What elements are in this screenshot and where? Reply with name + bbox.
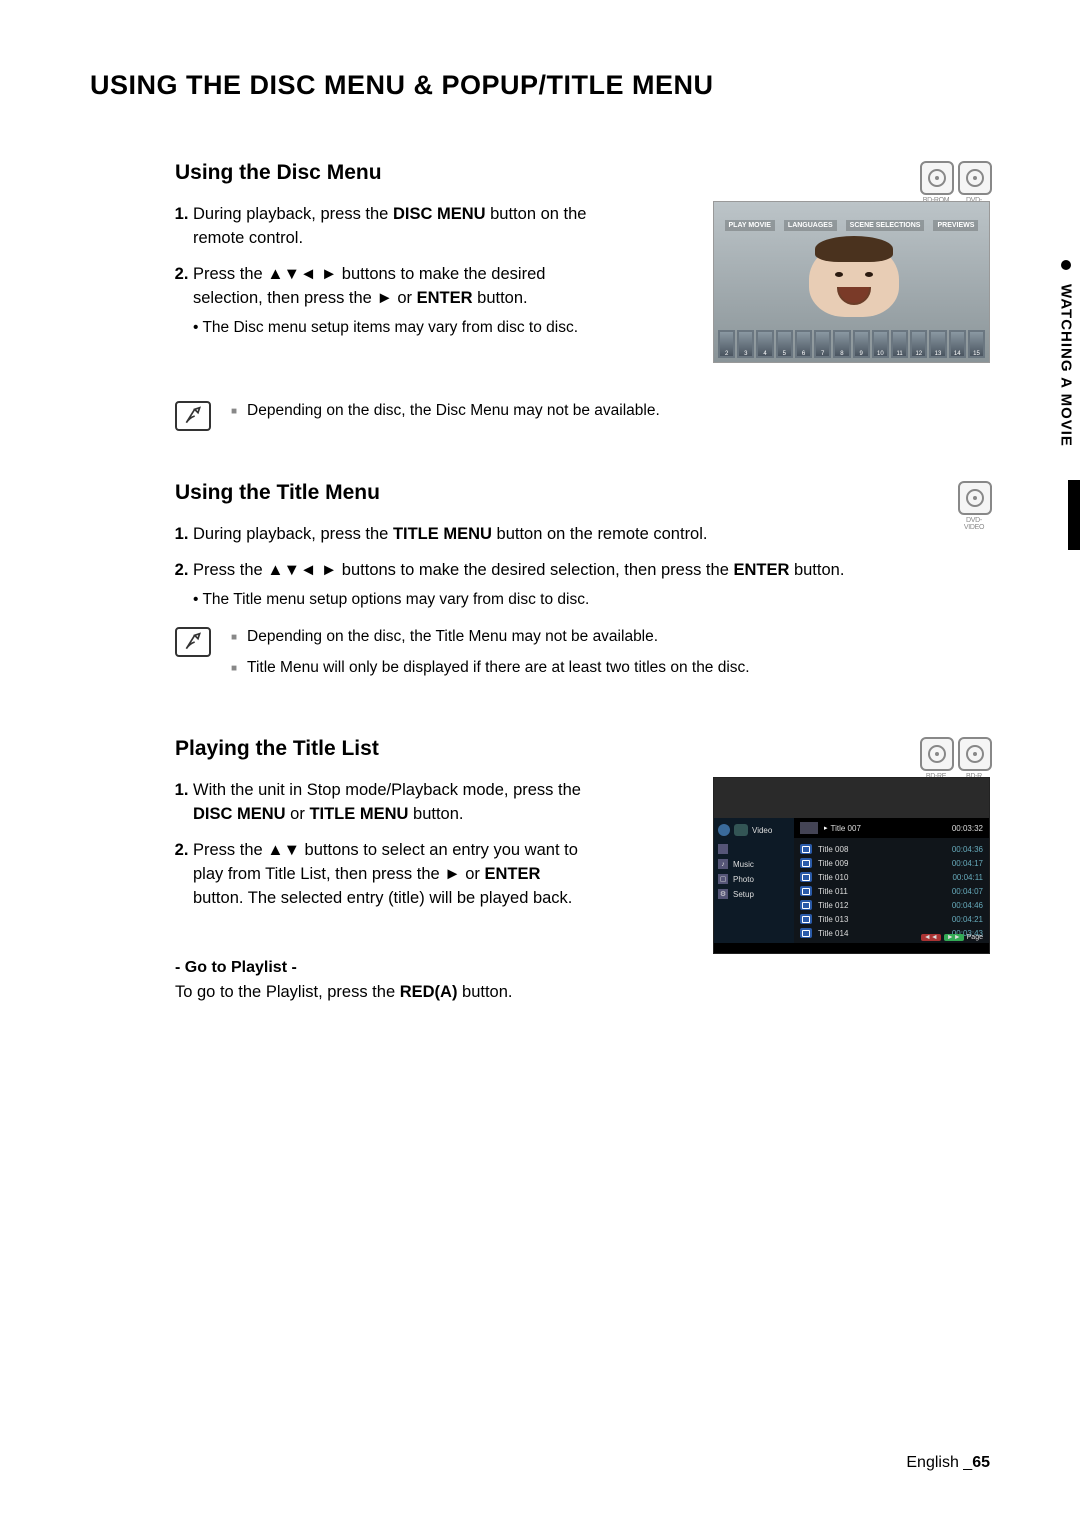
sub-note: The Disc menu setup items may vary from … xyxy=(193,317,593,339)
child-face-illustration xyxy=(774,242,934,322)
menu-item: PLAY MOVIE xyxy=(725,220,775,231)
section-disc-menu: BD-ROM DVD-VIDEO Using the Disc Menu Dur… xyxy=(175,161,990,431)
table-row: Title 01100:04:07 xyxy=(800,884,983,898)
sub-note: The Title menu setup options may vary fr… xyxy=(193,589,873,611)
section-title: Playing the Title List xyxy=(175,737,990,761)
play-triangle-icon: ▸ xyxy=(824,824,828,832)
clip-icon xyxy=(800,914,812,924)
page-title: USING THE DISC MENU & POPUP/TITLE MENU xyxy=(90,70,990,101)
film-icon xyxy=(734,824,748,836)
clip-icon xyxy=(800,844,812,854)
section-title-menu: DVD-VIDEO Using the Title Menu During pl… xyxy=(175,481,990,687)
steps-list: With the unit in Stop mode/Playback mode… xyxy=(175,779,593,911)
clip-icon xyxy=(800,900,812,910)
step-item: During playback, press the DISC MENU but… xyxy=(193,203,593,251)
list-item xyxy=(718,844,790,854)
step-item: Press the ▲▼ buttons to select an entry … xyxy=(193,839,593,911)
steps-list: During playback, press the TITLE MENU bu… xyxy=(175,523,873,611)
note-item: ■Depending on the disc, the Title Menu m… xyxy=(231,625,750,650)
table-row: Title 01300:04:21 xyxy=(800,912,983,926)
bdr-icon: BD-R xyxy=(958,737,990,780)
sub-heading: - Go to Playlist - xyxy=(175,959,990,977)
clip-icon xyxy=(800,928,812,938)
section-title: Using the Disc Menu xyxy=(175,161,990,185)
clip-icon xyxy=(800,872,812,882)
menu-item: LANGUAGES xyxy=(784,220,837,231)
selected-title-row: ▸ Title 007 00:03:32 xyxy=(794,818,989,838)
disc-menu-screenshot: PLAY MOVIE LANGUAGES SCENE SELECTIONS PR… xyxy=(713,201,990,363)
page-footer: English _65 xyxy=(906,1454,990,1472)
photo-icon: ▢ xyxy=(718,874,728,884)
disc-type-icons: BD-RE BD-R xyxy=(920,737,990,780)
menu-item: SCENE SELECTIONS xyxy=(846,220,925,231)
note-icon xyxy=(175,401,211,431)
section-title-list: BD-RE BD-R Playing the Title List With t… xyxy=(175,737,990,1005)
table-row: Title 00800:04:36 xyxy=(800,842,983,856)
table-row: Title 00900:04:17 xyxy=(800,856,983,870)
note-item: ■Depending on the disc, the Disc Menu ma… xyxy=(231,399,660,424)
table-row: Title 01000:04:11 xyxy=(800,870,983,884)
steps-list: During playback, press the DISC MENU but… xyxy=(175,203,593,339)
clip-icon xyxy=(800,858,812,868)
bdre-icon: BD-RE xyxy=(920,737,952,780)
menu-item: PREVIEWS xyxy=(933,220,978,231)
table-row: Title 01200:04:46 xyxy=(800,898,983,912)
gear-icon: ⚙ xyxy=(718,889,728,899)
title-list-screenshot: Video ♪Music ▢Photo ⚙Setup ▸ Title 007 xyxy=(713,777,990,954)
disc-type-icons: DVD-VIDEO xyxy=(958,481,990,531)
step-item: Press the ▲▼◄ ► buttons to make the desi… xyxy=(193,263,593,339)
page-hint: ◄◄►►Page xyxy=(921,934,983,941)
music-icon: ♪ xyxy=(718,859,728,869)
section-title: Using the Title Menu xyxy=(175,481,990,505)
step-item: With the unit in Stop mode/Playback mode… xyxy=(193,779,593,827)
playlist-instruction: To go to the Playlist, press the RED(A) … xyxy=(175,981,990,1005)
note-item: ■Title Menu will only be displayed if th… xyxy=(231,656,750,681)
thumbnail-icon xyxy=(800,822,818,834)
clip-icon xyxy=(800,886,812,896)
list-item: ▢Photo xyxy=(718,874,790,884)
list-item: ♪Music xyxy=(718,859,790,869)
note-icon xyxy=(175,627,211,657)
cd-icon xyxy=(718,824,730,836)
step-item: Press the ▲▼◄ ► buttons to make the desi… xyxy=(193,559,873,611)
step-item: During playback, press the TITLE MENU bu… xyxy=(193,523,873,547)
list-item: ⚙Setup xyxy=(718,889,790,899)
dvdvideo-icon: DVD-VIDEO xyxy=(958,481,990,531)
scene-thumbnails: 2 3 4 5 6 7 8 9 10 11 12 13 14 15 xyxy=(718,330,985,358)
globe-icon xyxy=(718,844,728,854)
